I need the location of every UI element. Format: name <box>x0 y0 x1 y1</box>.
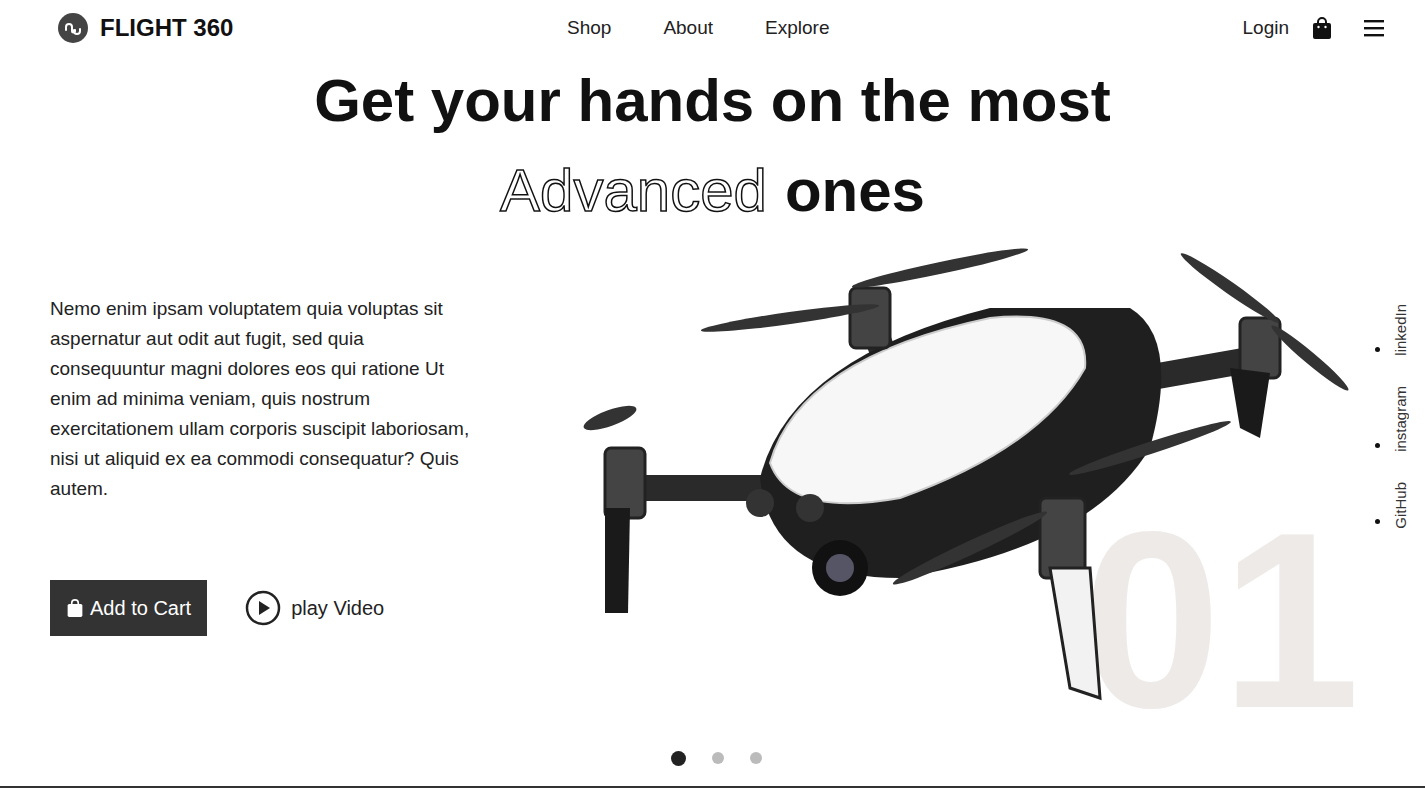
hamburger-menu-icon[interactable] <box>1363 18 1385 38</box>
hero-text: Nemo enim ipsam voluptatem quia voluptas… <box>0 236 520 726</box>
nav-links: Shop About Explore <box>567 17 829 39</box>
shopping-bag-icon[interactable] <box>1311 16 1333 40</box>
drone-image <box>570 248 1360 708</box>
social-links: linkedIn instagram GitHub <box>1375 236 1425 726</box>
slider-dot[interactable] <box>671 751 686 766</box>
hero-title: Get your hands on the mostAdvancedones <box>0 56 1425 236</box>
slider-dot[interactable] <box>712 752 724 764</box>
add-to-cart-button[interactable]: Add to Cart <box>50 580 207 636</box>
title-line: Advancedones <box>0 146 1425 236</box>
shopping-bag-icon <box>66 598 84 618</box>
slider-dot[interactable] <box>750 752 762 764</box>
hero-actions: Add to Cart play Video <box>50 580 480 636</box>
slide-number: 01 <box>1082 496 1360 746</box>
bullet-icon <box>1375 519 1380 524</box>
hero-body: Nemo enim ipsam voluptatem quia voluptas… <box>0 236 1425 726</box>
top-nav: FLIGHT 360 Shop About Explore Login <box>0 0 1425 56</box>
outline-word: Advanced <box>500 146 767 236</box>
header-actions: Login <box>1243 16 1386 40</box>
logo-icon <box>58 13 88 43</box>
social-link[interactable]: instagram <box>1375 386 1425 452</box>
play-video-button[interactable]: play Video <box>245 590 384 626</box>
login-link[interactable]: Login <box>1243 17 1290 39</box>
bullet-icon <box>1375 347 1380 352</box>
nav-link[interactable]: About <box>663 17 713 39</box>
play-icon <box>245 590 281 626</box>
hero-description: Nemo enim ipsam voluptatem quia voluptas… <box>50 294 480 504</box>
bullet-icon <box>1375 443 1380 448</box>
title-line: Get your hands on the most <box>0 56 1425 146</box>
brand-name: FLIGHT 360 <box>100 14 233 42</box>
landing-page: FLIGHT 360 Shop About Explore Login Get your … <box>0 0 1425 788</box>
brand[interactable]: FLIGHT 360 <box>58 13 233 43</box>
product-visual: 01 <box>520 236 1375 726</box>
title-word: ones <box>785 146 925 236</box>
nav-link[interactable]: Shop <box>567 17 611 39</box>
social-link[interactable]: GitHub <box>1375 482 1425 529</box>
nav-link[interactable]: Explore <box>765 17 829 39</box>
social-link[interactable]: linkedIn <box>1375 304 1425 356</box>
